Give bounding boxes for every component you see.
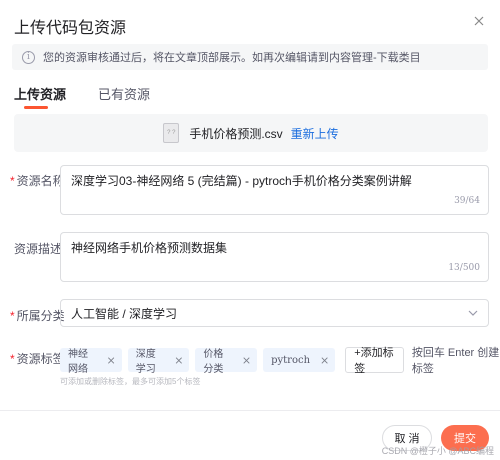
required-mark: * [10, 352, 15, 366]
info-icon: i [22, 50, 35, 64]
required-mark: * [10, 309, 15, 323]
tab-upload-resource[interactable]: 上传资源 [14, 84, 66, 109]
remove-tag-icon[interactable]: × [242, 354, 251, 367]
resource-name-value: 深度学习03-神经网络 5 (完结篇) - pytroch手机价格分类案例讲解 [71, 174, 412, 188]
dialog-title: 上传代码包资源 [14, 20, 127, 37]
tab-existing-resource[interactable]: 已有资源 [98, 84, 150, 108]
category-select[interactable]: 人工智能 / 深度学习 [60, 299, 489, 327]
resource-description-input[interactable]: 神经网络手机价格预测数据集 13/500 [60, 232, 489, 282]
remove-tag-icon[interactable]: × [174, 354, 183, 367]
file-name: 手机价格预测.csv [189, 126, 283, 141]
tag-item: 神经网络 × [60, 348, 122, 375]
description-label: 资源描述 [14, 242, 63, 256]
tag-item: 价格分类 × [195, 348, 258, 375]
remove-tag-icon[interactable]: × [320, 354, 329, 367]
uploaded-file: ? ? 手机价格预测.csv 重新上传 [14, 114, 488, 152]
tag-item: pytroch × [263, 348, 336, 372]
reupload-link[interactable]: 重新上传 [291, 125, 339, 142]
tags-label: * 资源标签 [10, 352, 65, 366]
required-mark: * [10, 174, 15, 188]
category-value: 人工智能 / 深度学习 [71, 306, 178, 321]
tag-tip: 可添加或删除标签，最多可添加5个标签 [60, 377, 201, 386]
resource-description-value: 神经网络手机价格预测数据集 [71, 241, 228, 255]
resource-name-input[interactable]: 深度学习03-神经网络 5 (完结篇) - pytroch手机价格分类案例讲解 … [60, 165, 489, 215]
tab-bar: 上传资源 已有资源 [14, 84, 182, 109]
chevron-down-icon [468, 310, 478, 316]
footer-divider [0, 410, 500, 411]
close-icon[interactable] [470, 12, 488, 30]
notice-text: 您的资源审核通过后，将在文章顶部展示。如再次编辑请到内容管理-下载类目 [43, 52, 421, 64]
upload-dialog: 上传代码包资源 i 您的资源审核通过后，将在文章顶部展示。如再次编辑请到内容管理… [0, 0, 500, 460]
watermark: CSDN @橙子小 @ABC编程 [381, 446, 494, 456]
review-notice: i 您的资源审核通过后，将在文章顶部展示。如再次编辑请到内容管理-下载类目 [12, 44, 488, 70]
tag-list: 神经网络 × 深度学习 × 价格分类 × pytroch × +添加标签 按回车… [60, 344, 500, 376]
name-char-counter: 39/64 [454, 196, 480, 206]
file-icon: ? ? [163, 123, 180, 143]
description-char-counter: 13/500 [448, 263, 480, 273]
tag-item: 深度学习 × [127, 348, 190, 375]
add-tag-button[interactable]: +添加标签 [345, 347, 404, 375]
remove-tag-icon[interactable]: × [106, 354, 115, 367]
category-label: * 所属分类 [10, 309, 65, 323]
tag-enter-hint: 按回车 Enter 创建标签 [411, 347, 500, 375]
name-label: * 资源名称 [10, 174, 65, 188]
